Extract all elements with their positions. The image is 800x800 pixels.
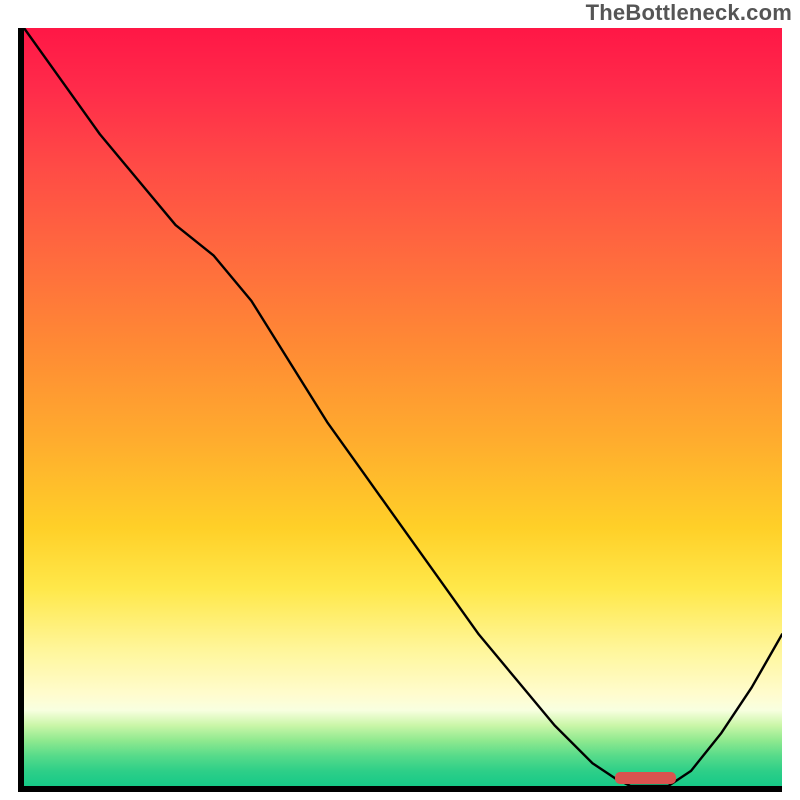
heat-gradient — [24, 28, 782, 786]
plot-area — [24, 28, 782, 786]
watermark-label: TheBottleneck.com — [586, 0, 792, 26]
optimum-marker — [615, 772, 676, 784]
plot-frame — [18, 28, 782, 792]
chart-canvas: TheBottleneck.com — [0, 0, 800, 800]
